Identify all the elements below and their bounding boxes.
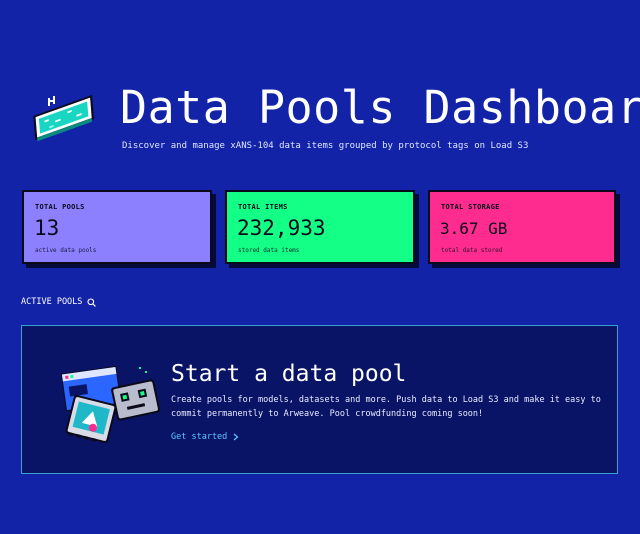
stat-sublabel: stored data items <box>238 247 300 254</box>
stat-label: TOTAL POOLS <box>35 203 85 211</box>
pool-icon <box>33 95 94 142</box>
get-started-label: Get started <box>171 432 228 442</box>
stat-card-total-pools: TOTAL POOLS 13 active data pools <box>22 190 212 264</box>
get-started-link[interactable]: Get started <box>171 432 239 442</box>
stat-card-total-storage: TOTAL STORAGE 3.67 GB total data stored <box>428 190 616 264</box>
stat-label: TOTAL ITEMS <box>238 203 288 211</box>
stat-sublabel: active data pools <box>35 247 97 254</box>
page-subtitle: Discover and manage xANS-104 data items … <box>122 141 529 151</box>
stat-sublabel: total data stored <box>441 247 503 254</box>
section-label: ACTIVE POOLS <box>21 297 83 307</box>
hero-header: Data Pools Dashboard Discover and manage… <box>0 0 640 180</box>
stat-value: 3.67 GB <box>440 219 508 238</box>
chevron-right-icon <box>233 433 239 441</box>
stat-value: 232,933 <box>237 216 326 240</box>
active-pools-heading[interactable]: ACTIVE POOLS <box>21 297 97 307</box>
stat-card-total-items: TOTAL ITEMS 232,933 stored data items <box>225 190 415 264</box>
cta-title: Start a data pool <box>171 361 407 387</box>
stat-value: 13 <box>34 216 60 240</box>
page-title: Data Pools Dashboard <box>120 81 640 134</box>
search-icon[interactable] <box>87 297 97 307</box>
cta-description: Create pools for models, datasets and mo… <box>171 395 601 419</box>
data-cards-illustration <box>60 365 161 444</box>
start-pool-panel: Start a data pool Create pools for model… <box>21 325 618 474</box>
stat-label: TOTAL STORAGE <box>441 203 500 211</box>
